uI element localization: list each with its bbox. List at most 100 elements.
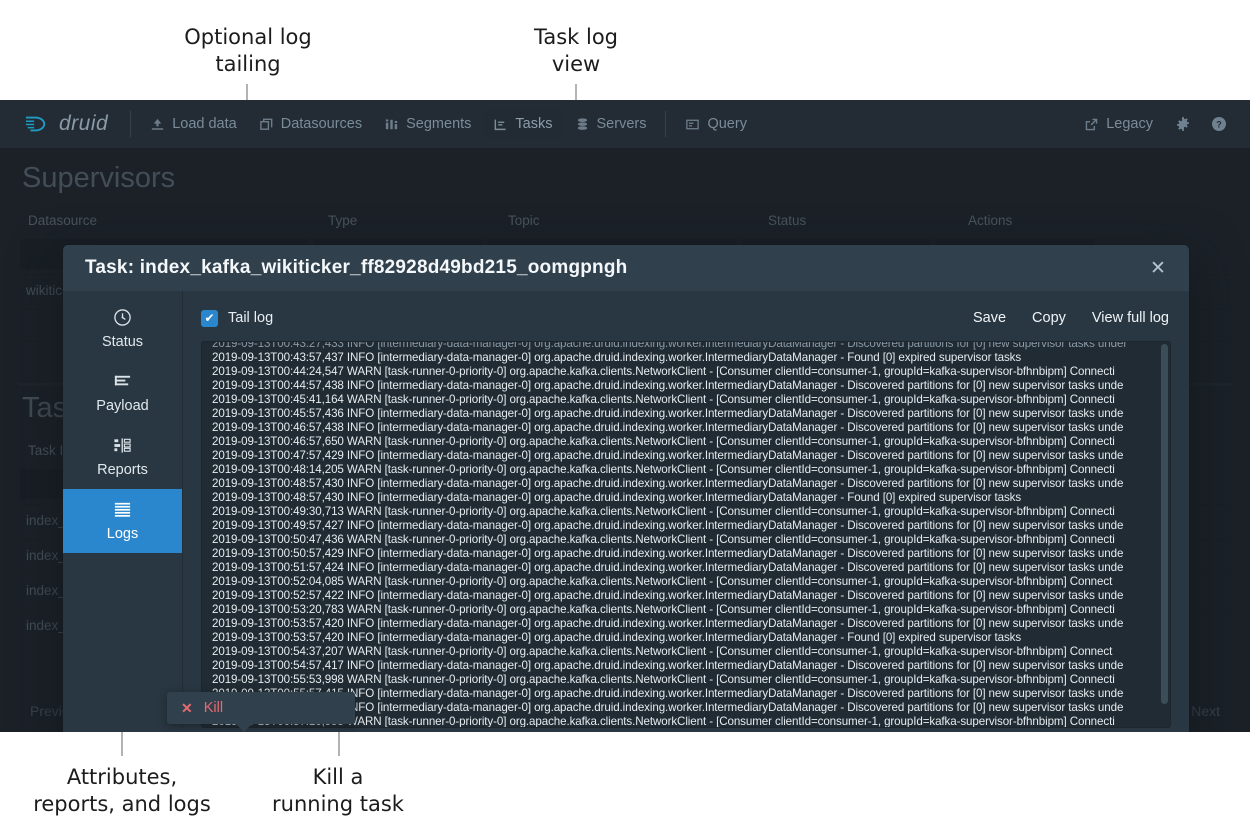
log-line: 2019-09-13T00:44:57,438 INFO [intermedia… (212, 379, 1124, 392)
logs-panel: ✔ Tail log Save Copy View full log 2019-… (183, 291, 1189, 728)
next-button[interactable]: Next (1191, 703, 1220, 719)
screenshot-root: Optional log tailing Task log view Attri… (0, 0, 1250, 840)
query-icon (685, 117, 700, 132)
nav-item-servers[interactable]: Servers (564, 109, 658, 139)
dialog-title: Task: index_kafka_wikiticker_ff82928d49b… (85, 257, 628, 278)
tab-reports[interactable]: Reports (63, 425, 182, 489)
dialog-header: Task: index_kafka_wikiticker_ff82928d49b… (63, 245, 1189, 291)
log-line: 2019-09-13T00:52:04,085 WARN [task-runne… (212, 575, 1113, 588)
col-header: Type (328, 213, 358, 228)
upload-icon (150, 117, 165, 132)
col-header: Status (768, 213, 807, 228)
nav-item-datasources[interactable]: Datasources (248, 109, 373, 139)
kill-menu-item[interactable]: Kill (204, 700, 223, 716)
col-header: Actions (968, 213, 1013, 228)
col-header: Datasource (28, 213, 98, 228)
brand-logo-group[interactable]: druid (14, 112, 116, 136)
tab-label: Reports (97, 462, 148, 478)
external-link-icon (1084, 117, 1099, 132)
logs-icon (113, 500, 132, 519)
nav-label: Query (707, 116, 747, 132)
nav-label: Tasks (515, 116, 553, 132)
annotation-optional-log-tailing: Optional log tailing (184, 25, 312, 76)
tab-label: Status (101, 334, 144, 350)
supervisors-title: Supervisors (22, 162, 176, 194)
svg-text:?: ? (1216, 119, 1222, 129)
log-vertical-scrollbar[interactable] (1161, 344, 1168, 704)
gear-icon[interactable] (1166, 107, 1200, 141)
nav-item-load-data[interactable]: Load data (139, 109, 248, 139)
log-line: 2019-09-13T00:47:57,429 INFO [intermedia… (212, 449, 1124, 462)
navbar-divider-1 (130, 111, 132, 137)
navbar-right-group: Legacy ? (1073, 107, 1236, 141)
nav-item-legacy[interactable]: Legacy (1073, 109, 1164, 139)
log-line: 2019-09-13T00:53:57,420 INFO [intermedia… (212, 631, 1022, 644)
logs-toolbar: ✔ Tail log Save Copy View full log (201, 301, 1171, 335)
log-line: 2019-09-13T00:44:24,547 WARN [task-runne… (212, 365, 1115, 378)
log-line: 2019-09-13T00:46:57,650 WARN [task-runne… (212, 435, 1115, 448)
log-line: 2019-09-13T00:50:47,436 WARN [task-runne… (212, 533, 1115, 546)
annotation-kill-running-task: Kill a running task (272, 765, 404, 816)
datasources-icon (259, 117, 274, 132)
help-icon[interactable]: ? (1202, 107, 1236, 141)
log-line: 2019-09-13T00:43:57,437 INFO [intermedia… (212, 351, 1022, 364)
checkbox-check-icon: ✔ (201, 309, 218, 327)
log-line: 2019-09-13T00:51:57,424 INFO [intermedia… (212, 561, 1124, 574)
log-line: 2019-09-13T00:48:57,430 INFO [intermedia… (212, 491, 1022, 504)
log-line: 2019-09-13T00:49:57,427 INFO [intermedia… (212, 519, 1124, 532)
nav-item-tasks[interactable]: Tasks (482, 109, 564, 139)
log-line: 2019-09-13T00:55:53,998 WARN [task-runne… (212, 673, 1115, 686)
tasks-icon (493, 117, 508, 132)
log-output[interactable]: 2019-09-13T00:43:27,433 INFO [intermedia… (201, 341, 1171, 728)
log-line: 2019-09-13T00:48:14,205 WARN [task-runne… (212, 463, 1115, 476)
nav-item-query[interactable]: Query (674, 109, 758, 139)
log-line: 2019-09-13T00:57:10,995 WARN [task-runne… (212, 715, 1115, 727)
log-line: 2019-09-13T00:50:57,429 INFO [intermedia… (212, 547, 1124, 560)
nav-label: Segments (406, 116, 472, 132)
navbar-divider-2 (665, 111, 667, 137)
nav-label: Datasources (280, 116, 363, 132)
nav-label: Servers (596, 116, 647, 132)
supervisors-table-header: Datasource Type Topic Status Actions (18, 207, 1232, 234)
top-navbar: druid Load data Datasources Segments Tas… (0, 100, 1250, 148)
log-line: 2019-09-13T00:48:57,430 INFO [intermedia… (212, 477, 1124, 490)
brand-name: druid (59, 112, 109, 135)
status-icon (113, 308, 132, 327)
view-full-log-button[interactable]: View full log (1092, 310, 1169, 326)
log-line: 2019-09-13T00:56:57,416 INFO [intermedia… (212, 701, 1124, 714)
log-line: 2019-09-13T00:43:27,433 INFO [intermedia… (212, 341, 1128, 350)
nav-item-segments[interactable]: Segments (373, 109, 482, 139)
reports-icon (113, 436, 132, 455)
log-line: 2019-09-13T00:55:57,415 INFO [intermedia… (212, 687, 1124, 700)
nav-label: Load data (172, 116, 237, 132)
close-icon[interactable]: ✕ (1143, 253, 1173, 283)
log-scroll-area[interactable]: 2019-09-13T00:43:27,433 INFO [intermedia… (202, 341, 1170, 727)
log-line: 2019-09-13T00:45:41,164 WARN [task-runne… (212, 393, 1115, 406)
druid-logo-icon (22, 113, 50, 135)
servers-icon (575, 117, 590, 132)
tail-log-checkbox[interactable]: ✔ Tail log (201, 309, 274, 327)
dialog-footer: Actions Close (63, 728, 1189, 732)
dialog-tab-rail: Status Payload Reports Logs (63, 291, 183, 728)
log-line: 2019-09-13T00:53:20,783 WARN [task-runne… (212, 603, 1115, 616)
logs-actions-group: Save Copy View full log (973, 310, 1171, 326)
log-line: 2019-09-13T00:54:37,207 WARN [task-runne… (212, 645, 1113, 658)
nav-label: Legacy (1106, 116, 1153, 132)
close-x-icon: ✕ (181, 699, 193, 716)
log-line: 2019-09-13T00:53:57,420 INFO [intermedia… (212, 617, 1124, 630)
segments-icon (384, 117, 399, 132)
payload-icon (113, 372, 132, 391)
task-detail-dialog: Task: index_kafka_wikiticker_ff82928d49b… (63, 245, 1189, 732)
tail-log-label: Tail log (228, 310, 274, 326)
tab-status[interactable]: Status (63, 297, 182, 361)
log-line: 2019-09-13T00:49:30,713 WARN [task-runne… (212, 505, 1115, 518)
copy-button[interactable]: Copy (1032, 310, 1066, 326)
col-header: Topic (508, 213, 540, 228)
tab-payload[interactable]: Payload (63, 361, 182, 425)
kill-popover: ✕ Kill (167, 692, 355, 732)
annotation-attributes-reports-logs: Attributes, reports, and logs (33, 765, 211, 816)
tab-label: Logs (106, 526, 139, 542)
tab-logs[interactable]: Logs (63, 489, 182, 553)
log-line: 2019-09-13T00:45:57,436 INFO [intermedia… (212, 407, 1124, 420)
save-button[interactable]: Save (973, 310, 1006, 326)
